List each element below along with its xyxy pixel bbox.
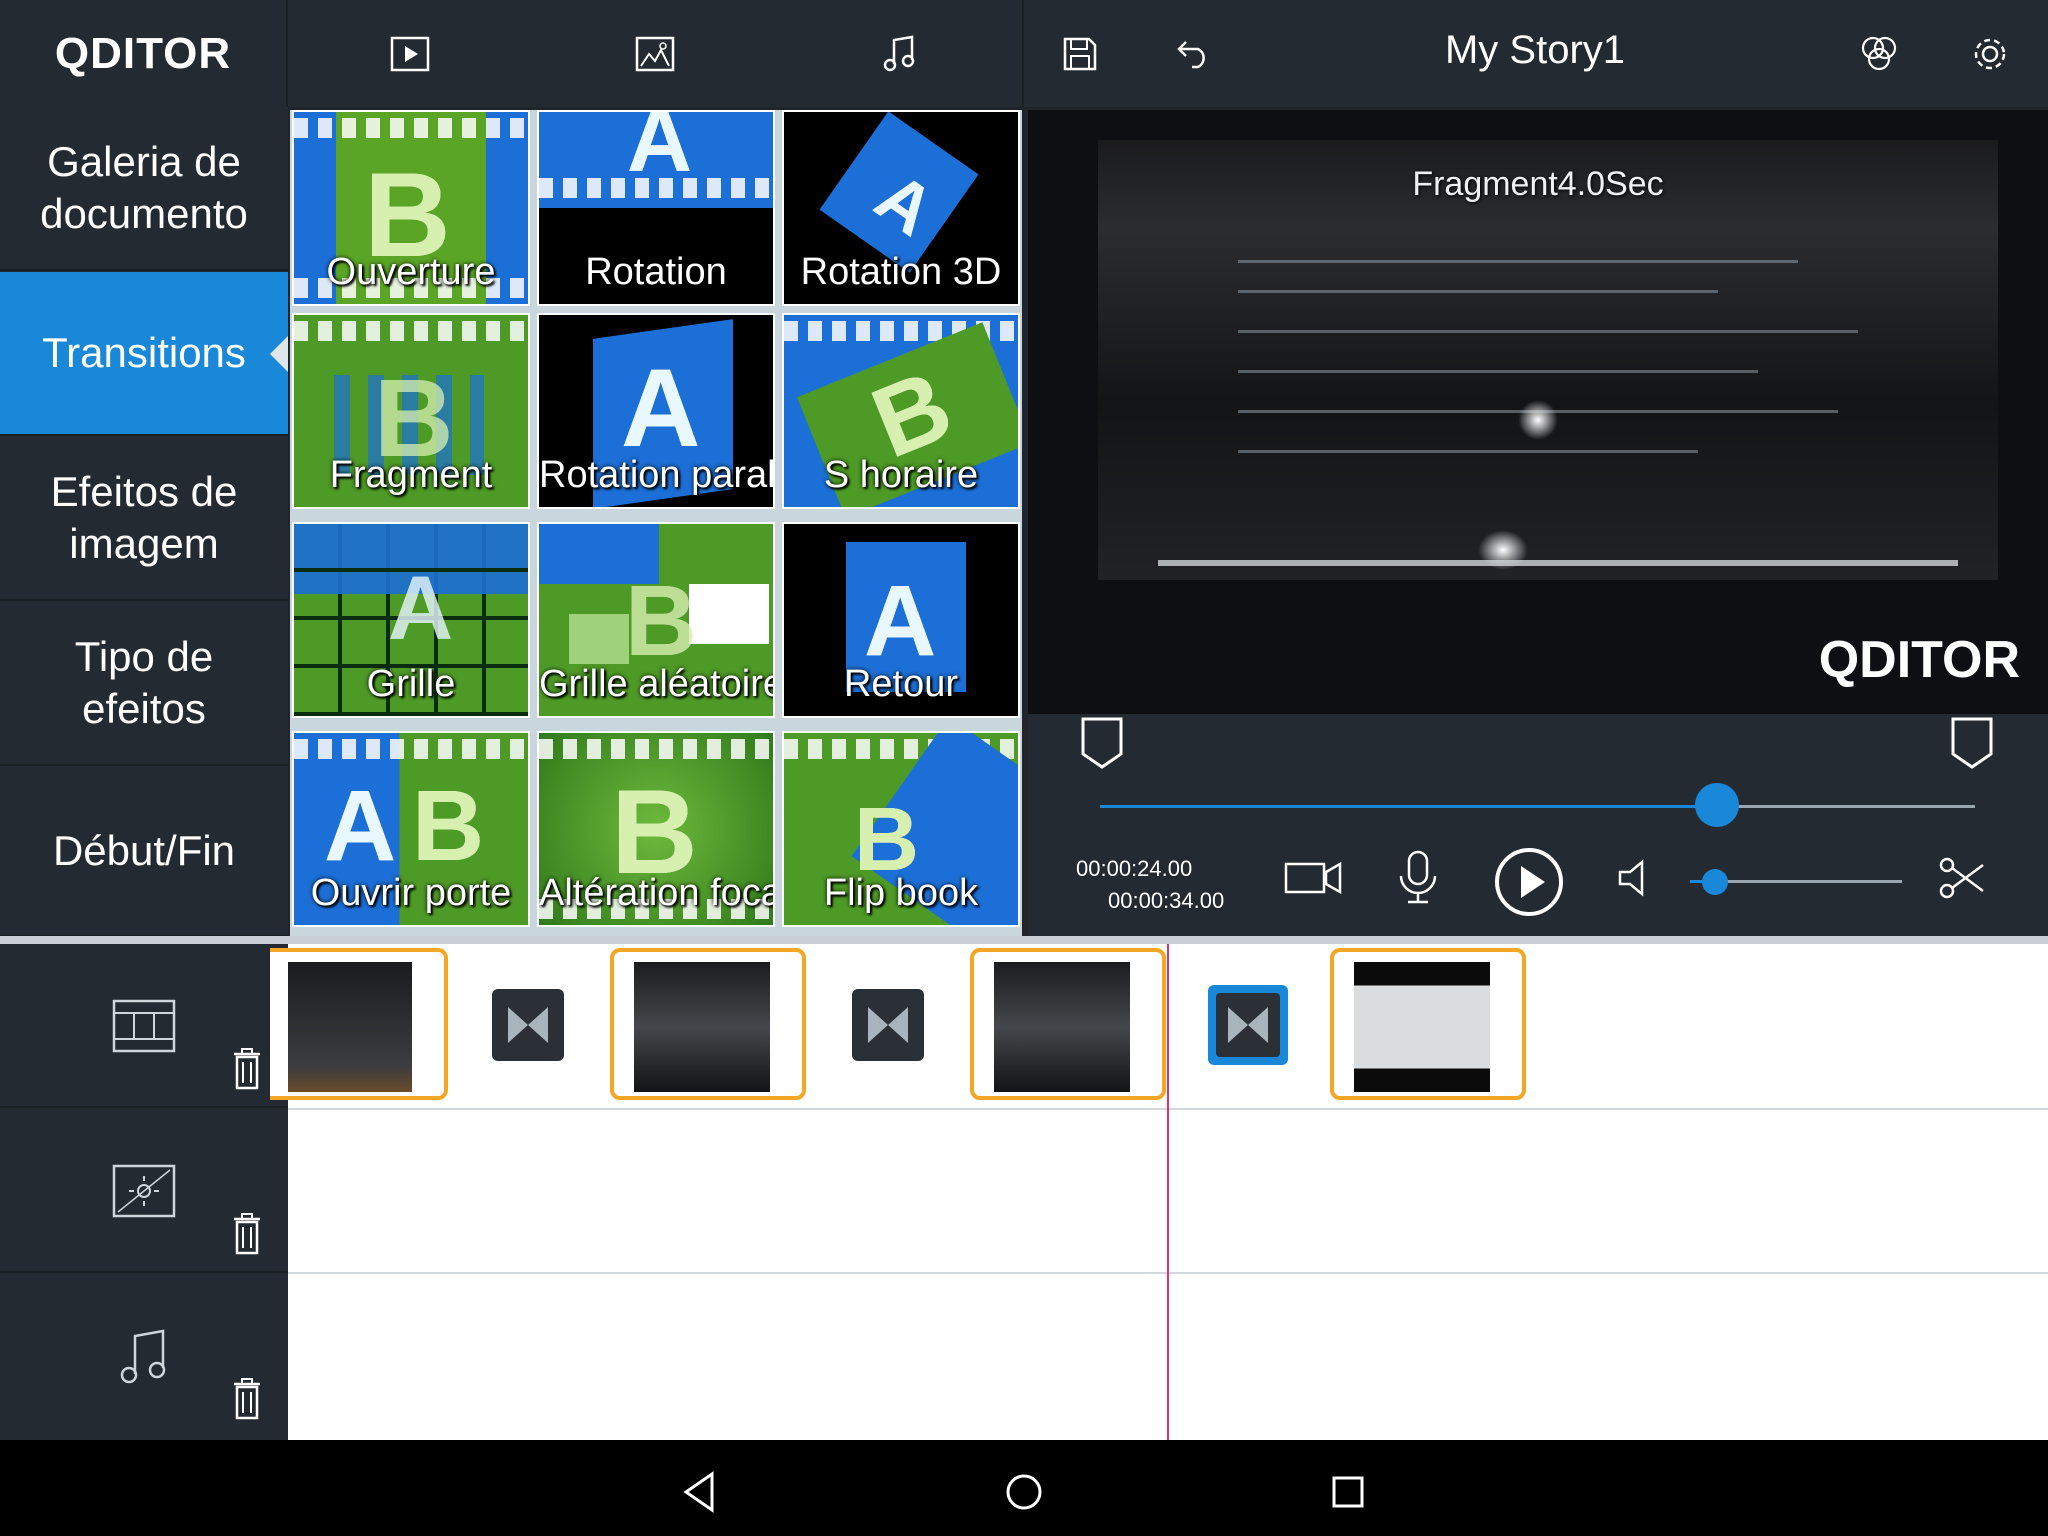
back-icon[interactable] [672,1464,728,1520]
story-title[interactable]: My Story1 [1350,28,1720,78]
transition-tile-rotation[interactable]: A Rotation [537,110,775,306]
transition-label: S horaire [823,454,979,496]
transition-tile-rotation-paral[interactable]: A Rotation paral [537,313,775,509]
track-sidebar [0,944,288,1440]
timeline-clip[interactable] [270,948,448,1100]
sidebar-item-effect-types[interactable]: Tipo de efeitos [0,602,288,766]
transition-tile-grille-aleatoire[interactable]: B Grille aléatoire [537,522,775,718]
preview-caption: Fragment4.0Sec [1412,165,1664,203]
trim-end-marker-icon[interactable] [1950,716,1994,775]
transition-label: Flip book [823,872,979,914]
music-note-icon[interactable] [872,26,928,82]
transition-label: Rotation 3D [800,251,1002,293]
preview-frame [1098,140,1998,580]
preview-watermark: QDITOR [1818,631,2020,689]
transition-label: Fragment [329,454,493,496]
transition-label: Altération foca [539,872,775,914]
sidebar-item-label: Galeria de documento [40,138,248,237]
transition-label: Ouverture [326,251,496,293]
video-track-header [0,944,288,1108]
delete-trash-icon[interactable] [228,1211,266,1257]
transition-tile-retour[interactable]: A Retour [782,522,1020,718]
timeline-clip[interactable] [1330,948,1526,1100]
delete-trash-icon[interactable] [228,1046,266,1092]
play-button[interactable] [1492,845,1566,919]
top-toolbar [0,0,2048,107]
timeline-playhead[interactable] [1167,944,1169,1440]
sidebar-item-document-gallery[interactable]: Galeria de documento [0,107,288,271]
sidebar-item-label: Efeitos de imagem [50,468,238,567]
transition-label: Rotation paral [539,454,775,496]
transition-label: Grille [366,663,456,705]
total-time: 00:00:34.00 [1108,888,1225,913]
sidebar-item-image-effects[interactable]: Efeitos de imagem [0,437,288,601]
volume-icon[interactable] [1604,848,1664,908]
transition-tile-rotation-3d[interactable]: A Rotation 3D [782,110,1020,306]
sidebar-item-start-end[interactable]: Début/Fin [0,767,288,937]
app-logo: QDITOR [0,0,288,107]
image-effect-track-icon [108,1159,180,1223]
transition-marker-selected[interactable] [1208,985,1288,1065]
transition-marker[interactable] [492,989,564,1061]
video-preview-icon[interactable] [382,26,438,82]
sidebar-item-label: Début/Fin [52,827,236,874]
audio-track-header [0,1274,288,1440]
toolbar-divider [1022,0,1024,107]
transition-marker[interactable] [852,989,924,1061]
timeline-clip[interactable] [970,948,1166,1100]
sidebar-item-transitions[interactable]: Transitions [0,272,288,436]
home-icon[interactable] [996,1464,1052,1520]
image-effect-icon[interactable] [627,26,683,82]
category-sidebar: Galeria de documento Transitions Efeitos… [0,107,288,937]
transition-tile-s-horaire[interactable]: B S horaire [782,313,1020,509]
transition-tile-ouverture[interactable]: B Ouverture [292,110,530,306]
transition-tile-fragment[interactable]: B Fragment [292,313,530,509]
sidebar-item-label: Transitions [42,329,246,376]
transition-tile-grille[interactable]: A Grille [292,522,530,718]
film-strip-icon [108,994,180,1058]
color-filter-icon[interactable] [1851,26,1907,82]
split-scissors-icon[interactable] [1932,848,1992,908]
settings-gear-icon[interactable] [1962,26,2018,82]
transition-label: Rotation [585,251,727,293]
undo-icon[interactable] [1164,26,1220,82]
seek-thumb[interactable] [1694,783,1739,827]
sidebar-item-label: Tipo de efeitos [74,633,214,732]
trim-start-marker-icon[interactable] [1080,716,1124,775]
timeline-clip[interactable] [610,948,806,1100]
timeline-separator [0,936,2048,944]
transition-label: Grille aléatoire [539,663,775,705]
delete-trash-icon[interactable] [228,1376,266,1422]
current-time: 00:00:24.00 [1076,856,1193,881]
transition-label: Ouvrir porte [310,872,512,914]
transition-tile-ouvrir-porte[interactable]: A B Ouvrir porte [292,731,530,927]
camera-record-icon[interactable] [1284,848,1344,908]
save-icon[interactable] [1052,26,1108,82]
active-indicator [270,336,288,372]
recents-icon[interactable] [1320,1464,1376,1520]
app-logo-text: QDITOR [54,28,232,78]
microphone-icon[interactable] [1388,848,1448,908]
transition-tile-alteration-focale[interactable]: B Altération foca [537,731,775,927]
transition-tile-flip-book[interactable]: B Flip book [782,731,1020,927]
transition-label: Retour [843,663,959,705]
effect-track-header [0,1109,288,1273]
music-track-icon [108,1324,180,1388]
seek-progress [1100,805,1717,808]
